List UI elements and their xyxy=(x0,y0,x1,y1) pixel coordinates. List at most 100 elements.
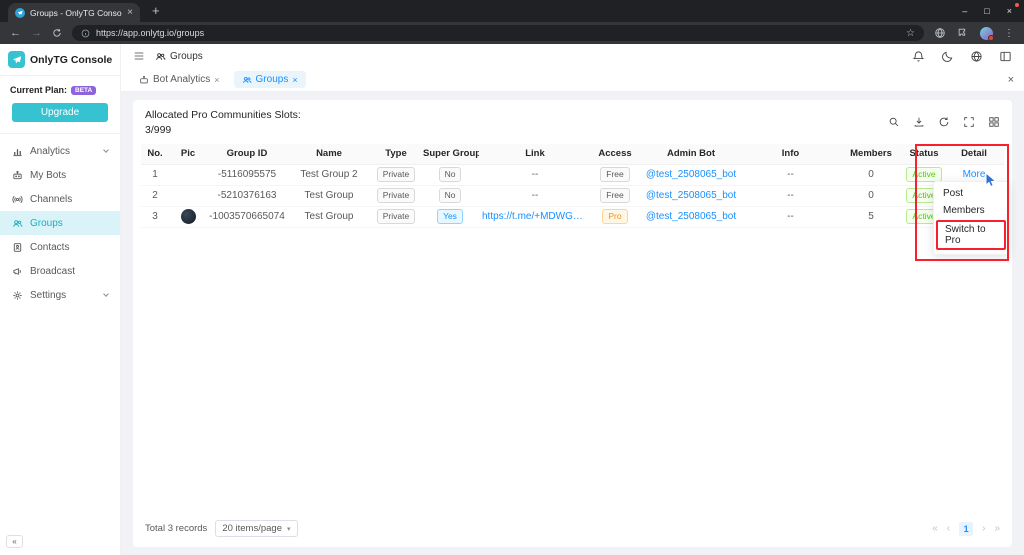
url-bar[interactable]: https://app.onlytg.io/groups ☆ xyxy=(72,25,924,41)
tab-close-icon[interactable]: × xyxy=(127,7,133,18)
col-pic: Pic xyxy=(169,144,207,164)
new-tab-icon[interactable]: + xyxy=(152,3,160,18)
reload-icon[interactable] xyxy=(52,28,62,38)
refresh-icon[interactable] xyxy=(938,116,950,128)
search-icon[interactable] xyxy=(888,116,900,128)
row-actions-dropdown: Post Members Switch to Pro xyxy=(933,181,1009,255)
sidebar-item-broadcast[interactable]: Broadcast xyxy=(0,259,120,283)
gear-icon xyxy=(12,290,23,301)
broadcast-tower-icon xyxy=(12,194,23,205)
sidebar-item-groups[interactable]: Groups xyxy=(0,211,120,235)
upgrade-button[interactable]: Upgrade xyxy=(12,103,108,122)
group-avatar xyxy=(181,209,196,224)
groups-card: Allocated Pro Communities Slots: 3/999 xyxy=(133,100,1012,547)
type-tag: Private xyxy=(377,209,415,224)
app-logo[interactable]: OnlyTG Console xyxy=(0,44,120,75)
main-header: Groups xyxy=(121,44,1024,68)
pagination: « ‹ 1 › » xyxy=(932,522,1000,536)
access-tag: Free xyxy=(600,188,629,203)
table-header-row: No. Pic Group ID Name Type Super Group L… xyxy=(141,144,1004,164)
browser-menu-icon[interactable]: ⋮ xyxy=(1004,28,1014,39)
status-tag: Active xyxy=(906,167,941,182)
super-group-tag: No xyxy=(439,167,462,182)
admin-bot-link[interactable]: @test_2508065_bot xyxy=(646,169,736,180)
col-group-id: Group ID xyxy=(207,144,287,164)
slots-value: 3/999 xyxy=(145,123,301,138)
dark-mode-moon-icon[interactable] xyxy=(941,50,954,63)
update-dot xyxy=(1015,3,1019,7)
sidebar-nav: Analytics My Bots Channels Groups xyxy=(0,133,120,307)
maximize-icon[interactable]: □ xyxy=(984,6,989,16)
people-icon xyxy=(12,218,23,229)
main-area: Groups xyxy=(121,44,1024,555)
tab-bot-analytics[interactable]: Bot Analytics × xyxy=(131,71,228,88)
download-icon[interactable] xyxy=(913,116,925,128)
site-info-icon[interactable] xyxy=(81,29,90,38)
column-settings-icon[interactable] xyxy=(988,116,1000,128)
col-link: Link xyxy=(479,144,591,164)
chevron-down-icon xyxy=(103,291,109,297)
table-row: 2 -5210376163 Test Group Private No -- F… xyxy=(141,185,1004,206)
sidebar-item-channels[interactable]: Channels xyxy=(0,187,120,211)
col-super-group: Super Group xyxy=(421,144,479,164)
browser-tabbar: Groups - OnlyTG Console × + – □ × xyxy=(0,0,1024,22)
switch-to-pro-highlight: Switch to Pro xyxy=(936,220,1006,250)
bookmark-star-icon[interactable]: ☆ xyxy=(906,28,915,39)
menu-item-switch-to-pro[interactable]: Switch to Pro xyxy=(938,222,1004,248)
table-row: 1 -5116095575 Test Group 2 Private No --… xyxy=(141,164,1004,185)
next-page-icon[interactable]: › xyxy=(982,523,985,534)
forward-icon[interactable]: → xyxy=(31,28,42,39)
first-page-icon[interactable]: « xyxy=(932,523,938,534)
app-title: OnlyTG Console xyxy=(30,54,112,66)
screen: Groups - OnlyTG Console × + – □ × ← → ht… xyxy=(0,0,1024,555)
header-actions xyxy=(912,50,1012,63)
last-page-icon[interactable]: » xyxy=(994,523,1000,534)
profile-avatar[interactable] xyxy=(980,27,993,40)
type-tag: Private xyxy=(377,167,415,182)
back-icon[interactable]: ← xyxy=(10,28,21,39)
extensions-puzzle-icon[interactable] xyxy=(957,27,969,39)
browser-tab[interactable]: Groups - OnlyTG Console × xyxy=(8,3,140,22)
window-close-icon[interactable]: × xyxy=(1007,6,1012,16)
browser-addressbar: ← → https://app.onlytg.io/groups ☆ ⋮ xyxy=(0,22,1024,44)
hamburger-menu-icon[interactable] xyxy=(133,50,145,62)
bar-chart-icon xyxy=(12,146,23,157)
menu-item-members[interactable]: Members xyxy=(934,202,1008,219)
admin-bot-link[interactable]: @test_2508065_bot xyxy=(646,211,736,222)
sidebar-item-contacts[interactable]: Contacts xyxy=(0,235,120,259)
admin-bot-link[interactable]: @test_2508065_bot xyxy=(646,190,736,201)
language-globe-icon[interactable] xyxy=(970,50,983,63)
card-header: Allocated Pro Communities Slots: 3/999 xyxy=(141,108,1004,144)
sidebar-item-analytics[interactable]: Analytics xyxy=(0,139,120,163)
sidebar-item-my-bots[interactable]: My Bots xyxy=(0,163,120,187)
chevron-down-icon xyxy=(103,147,109,153)
browser-actions: ⋮ xyxy=(934,27,1014,40)
minimize-icon[interactable]: – xyxy=(962,6,967,16)
page-number[interactable]: 1 xyxy=(959,522,973,536)
notification-bell-icon[interactable] xyxy=(912,50,925,63)
invite-link[interactable]: https://t.me/+MDWGW-0kyLA4N... xyxy=(482,211,588,222)
tab-close-icon[interactable]: × xyxy=(214,75,219,85)
translate-icon[interactable] xyxy=(934,27,946,39)
more-dropdown-link[interactable]: More xyxy=(963,169,986,180)
page-tabstrip: Bot Analytics × Groups × × xyxy=(121,68,1024,92)
total-records-text: Total 3 records xyxy=(145,523,207,534)
page-size-select[interactable]: 20 items/page ▾ xyxy=(215,520,297,537)
contact-card-icon xyxy=(12,242,23,253)
tab-groups[interactable]: Groups × xyxy=(234,71,306,88)
col-admin-bot: Admin Bot xyxy=(639,144,743,164)
url-text[interactable]: https://app.onlytg.io/groups xyxy=(96,28,900,38)
close-all-tabs-icon[interactable]: × xyxy=(1008,74,1014,86)
breadcrumb: Groups xyxy=(155,51,203,62)
layout-panel-icon[interactable] xyxy=(999,50,1012,63)
sidebar-collapse-button[interactable]: « xyxy=(6,535,23,548)
beta-badge: BETA xyxy=(71,86,96,95)
fullscreen-icon[interactable] xyxy=(963,116,975,128)
tab-close-icon[interactable]: × xyxy=(292,75,297,85)
access-tag: Pro xyxy=(602,209,627,224)
cell-pic xyxy=(169,206,207,227)
slots-label: Allocated Pro Communities Slots: xyxy=(145,108,301,123)
prev-page-icon[interactable]: ‹ xyxy=(947,523,950,534)
menu-item-post[interactable]: Post xyxy=(934,185,1008,202)
sidebar-item-settings[interactable]: Settings xyxy=(0,283,120,307)
